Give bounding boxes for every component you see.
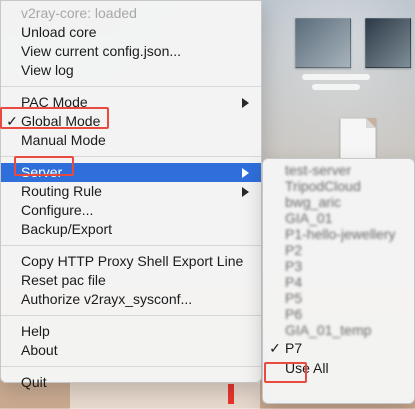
help-item[interactable]: Help: [1, 322, 261, 341]
server-item-blurred[interactable]: P3: [263, 258, 414, 274]
server-item-blurred[interactable]: GIA_01: [263, 210, 414, 226]
server-item[interactable]: Server: [1, 163, 261, 182]
page-fold-icon: [366, 118, 376, 128]
copy-proxy-export-item[interactable]: Copy HTTP Proxy Shell Export Line: [1, 252, 261, 271]
server-item-blurred[interactable]: P4: [263, 274, 414, 290]
pac-mode-item[interactable]: PAC Mode: [1, 93, 261, 112]
routing-rule-label: Routing Rule: [21, 183, 102, 199]
view-config-item[interactable]: View current config.json...: [1, 42, 261, 61]
server-item-p7[interactable]: ✓ P7: [263, 338, 414, 358]
pac-mode-label: PAC Mode: [21, 94, 88, 110]
server-item-blurred[interactable]: P6: [263, 306, 414, 322]
about-item[interactable]: About: [1, 341, 261, 360]
manual-mode-label: Manual Mode: [21, 132, 106, 148]
manual-mode-item[interactable]: Manual Mode: [1, 131, 261, 150]
server-label: Server: [21, 164, 63, 180]
authorize-sysconf-item[interactable]: Authorize v2rayx_sysconf...: [1, 290, 261, 309]
global-mode-item[interactable]: ✓ Global Mode: [1, 112, 261, 131]
desktop-icon-label: [312, 84, 360, 90]
server-item-p7-label: P7: [285, 340, 303, 356]
unload-core-item[interactable]: Unload core: [1, 23, 261, 42]
v2rayx-status-menu: v2ray-core: loaded Unload core View curr…: [0, 0, 262, 390]
server-item-blurred[interactable]: bwg_aric: [263, 194, 414, 210]
backup-export-item[interactable]: Backup/Export: [1, 220, 261, 239]
configure-item[interactable]: Configure...: [1, 201, 261, 220]
server-item-blurred[interactable]: test-server: [263, 162, 414, 178]
view-log-item[interactable]: View log: [1, 61, 261, 80]
reset-pac-item[interactable]: Reset pac file: [1, 271, 261, 290]
core-status-label: v2ray-core: loaded: [21, 5, 137, 21]
menu-separator: [1, 245, 261, 246]
menu-separator: [1, 86, 261, 87]
submenu-arrow-icon: [242, 98, 249, 108]
server-item-blurred[interactable]: TripodCloud: [263, 178, 414, 194]
use-all-item[interactable]: Use All: [263, 358, 414, 378]
quit-item[interactable]: Quit: [1, 373, 261, 392]
menu-separator: [1, 156, 261, 157]
server-item-blurred[interactable]: P2: [263, 242, 414, 258]
checkmark-icon: ✓: [6, 113, 18, 129]
global-mode-label: Global Mode: [21, 113, 101, 129]
routing-rule-item[interactable]: Routing Rule: [1, 182, 261, 201]
server-item-blurred[interactable]: P1-hello-jewellery: [263, 226, 414, 242]
document-icon[interactable]: [340, 118, 376, 160]
submenu-arrow-icon: [242, 187, 249, 197]
server-item-blurred[interactable]: P5: [263, 290, 414, 306]
menu-separator: [1, 366, 261, 367]
checkmark-icon: ✓: [269, 340, 281, 356]
submenu-arrow-icon: [242, 168, 249, 178]
server-item-blurred[interactable]: GIA_01_temp: [263, 322, 414, 338]
server-submenu: test-server TripodCloud bwg_aric GIA_01 …: [262, 158, 415, 404]
desktop-image-icon[interactable]: [365, 18, 411, 68]
menu-separator: [1, 315, 261, 316]
desktop-icon-label: [302, 74, 370, 80]
desktop-image-icon[interactable]: [295, 18, 351, 68]
